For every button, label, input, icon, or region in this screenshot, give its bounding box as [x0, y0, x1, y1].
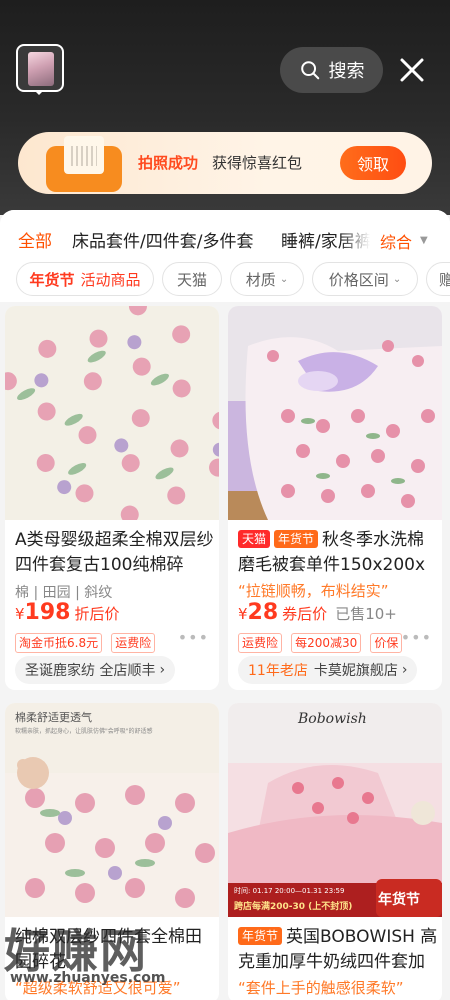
- banner-title: 拍照成功: [138, 154, 199, 172]
- results-sheet: 全部 床品套件/四件套/多件套 睡裤/家居裤 综合 ▼ 年货节 活动商品 天猫 …: [0, 210, 450, 1000]
- chevron-down-icon: ⌄: [392, 273, 402, 285]
- product-card[interactable]: 棉柔舒适更透气 软糯亲肤，抓起身心，让肌肤仿佛"会呼吸"的舒适感 纯棉双层纱四件…: [5, 703, 219, 1000]
- review-quote: “套件上手的触感很柔软”: [238, 979, 404, 997]
- filter-chip-price-range[interactable]: 价格区间 ⌄: [312, 262, 418, 296]
- filter-chip-tmall[interactable]: 天猫: [162, 262, 222, 296]
- banner-subtitle: 获得惊喜红包: [212, 154, 303, 172]
- product-card[interactable]: Bobowish 时间: 01.17 20:00—01.31 23:59 跨店每…: [228, 703, 442, 1000]
- chip-label: 天猫: [176, 270, 207, 289]
- shop-age-badge: 11年老店: [248, 663, 308, 679]
- product-title: 纯棉双层纱四件套全棉田园碎花: [15, 927, 202, 972]
- product-title: 天猫 年货节 秋冬季水洗棉磨毛被套单件150x200x: [238, 528, 438, 578]
- chevron-down-icon: ▼: [420, 235, 428, 246]
- product-tags: 运费险 每200减30 价保: [238, 632, 406, 653]
- festival-badge: 年货节: [274, 530, 319, 548]
- tag-shipping-insurance: 运费险: [111, 633, 156, 653]
- search-button[interactable]: 搜索: [280, 47, 383, 93]
- search-button-label: 搜索: [328, 61, 365, 82]
- price-value: 28: [247, 600, 279, 625]
- tab-all[interactable]: 全部: [18, 227, 52, 252]
- product-title: A类母婴级超柔全棉双层纱四件套复古100纯棉碎: [15, 530, 214, 575]
- tag-coin-discount: 淘金币抵6.8元: [15, 633, 103, 653]
- sort-dropdown[interactable]: 综合 ▼: [370, 210, 450, 258]
- festival-label: 年货节: [29, 270, 75, 289]
- chevron-right-icon: ›: [159, 662, 166, 678]
- filter-chip-material[interactable]: 材质 ⌄: [230, 262, 304, 296]
- price-label: 券后价: [282, 605, 328, 623]
- product-price: ¥198 折后价: [15, 600, 120, 625]
- photo-time: 时间: 01.17 20:00—01.31 23:59: [234, 887, 345, 895]
- product-image: [228, 306, 442, 520]
- tag-discount: 每200减30: [291, 633, 362, 653]
- shop-name: 卡莫妮旗舰店: [313, 663, 398, 679]
- product-attributes: 棉 | 田园 | 斜纹: [15, 585, 113, 601]
- review-quote: “超级柔软舒适又很可爱”: [15, 979, 181, 997]
- tmall-badge: 天猫: [238, 530, 271, 548]
- product-title: 年货节 英国BOBOWISH 高克重加厚牛奶绒四件套加: [238, 925, 438, 975]
- photo-brand: Bobowish: [298, 711, 367, 727]
- photo-promo: 跨店每满200-30 (上不封顶): [234, 902, 353, 912]
- chip-label: 价格区间: [328, 270, 389, 289]
- product-tags: 淘金币抵6.8元 运费险: [15, 632, 159, 653]
- tab-fade: [340, 220, 370, 252]
- chevron-right-icon: ›: [401, 662, 408, 678]
- photo-thumbnail[interactable]: [16, 44, 64, 92]
- shop-link[interactable]: 圣诞鹿家纺 全店顺丰 ›: [15, 656, 176, 684]
- filter-chip-more[interactable]: 赠: [426, 262, 450, 296]
- product-price: ¥28 券后价 已售10+: [238, 600, 397, 625]
- photo-subtext: 软糯亲肤，抓起身心，让肌肤仿佛"会呼吸"的舒适感: [15, 728, 153, 735]
- currency-symbol: ¥: [238, 605, 248, 623]
- product-card[interactable]: A类母婴级超柔全棉双层纱四件套复古100纯棉碎 棉 | 田园 | 斜纹 ¥198…: [5, 306, 219, 690]
- category-tabs: 全部 床品套件/四件套/多件套 睡裤/家居裤 综合 ▼: [0, 210, 450, 258]
- price-value: 198: [24, 600, 71, 625]
- tab-bedding-sets[interactable]: 床品套件/四件套/多件套: [72, 227, 253, 252]
- more-options-icon[interactable]: •••: [178, 628, 209, 647]
- photo-thumbnail-image: [28, 52, 54, 86]
- camera-result-header: 搜索 拍照成功 获得惊喜红包 领取: [0, 0, 450, 215]
- price-label: 折后价: [74, 605, 120, 623]
- thumbnail-pointer: [34, 90, 44, 95]
- product-card[interactable]: 天猫 年货节 秋冬季水洗棉磨毛被套单件150x200x “拉链顺畅，布料结实” ¥2…: [228, 306, 442, 690]
- shop-name: 圣诞鹿家纺 全店顺丰: [25, 663, 156, 679]
- product-image: [228, 703, 442, 917]
- currency-symbol: ¥: [15, 605, 25, 623]
- tag-price-protect: 价保: [370, 633, 403, 653]
- promo-label: 活动商品: [80, 270, 141, 289]
- tag-shipping-insurance: 运费险: [238, 633, 283, 653]
- search-icon: [300, 61, 319, 80]
- red-packet-banner[interactable]: 拍照成功 获得惊喜红包 领取: [18, 132, 432, 194]
- chevron-down-icon: ⌄: [279, 273, 289, 285]
- shop-link[interactable]: 11年老店 卡莫妮旗舰店 ›: [238, 656, 418, 684]
- festival-badge: 年货节: [238, 927, 283, 945]
- review-quote: “拉链顺畅，布料结实”: [238, 582, 389, 600]
- red-packet-icon: [40, 136, 126, 194]
- chip-label: 赠: [439, 270, 450, 289]
- more-options-icon[interactable]: •••: [401, 628, 432, 647]
- sort-label: 综合: [380, 233, 413, 252]
- filter-chip-festival[interactable]: 年货节 活动商品: [16, 262, 154, 296]
- product-image: [5, 306, 219, 520]
- claim-button[interactable]: 领取: [340, 146, 406, 180]
- sold-count: 已售10+: [335, 605, 397, 623]
- chip-label: 材质: [245, 270, 276, 289]
- close-icon[interactable]: [398, 56, 426, 84]
- photo-headline: 棉柔舒适更透气: [15, 711, 92, 724]
- filter-bar: 年货节 活动商品 天猫 材质 ⌄ 价格区间 ⌄ 赠: [0, 258, 450, 302]
- photo-festival-badge: 年货节: [378, 892, 420, 908]
